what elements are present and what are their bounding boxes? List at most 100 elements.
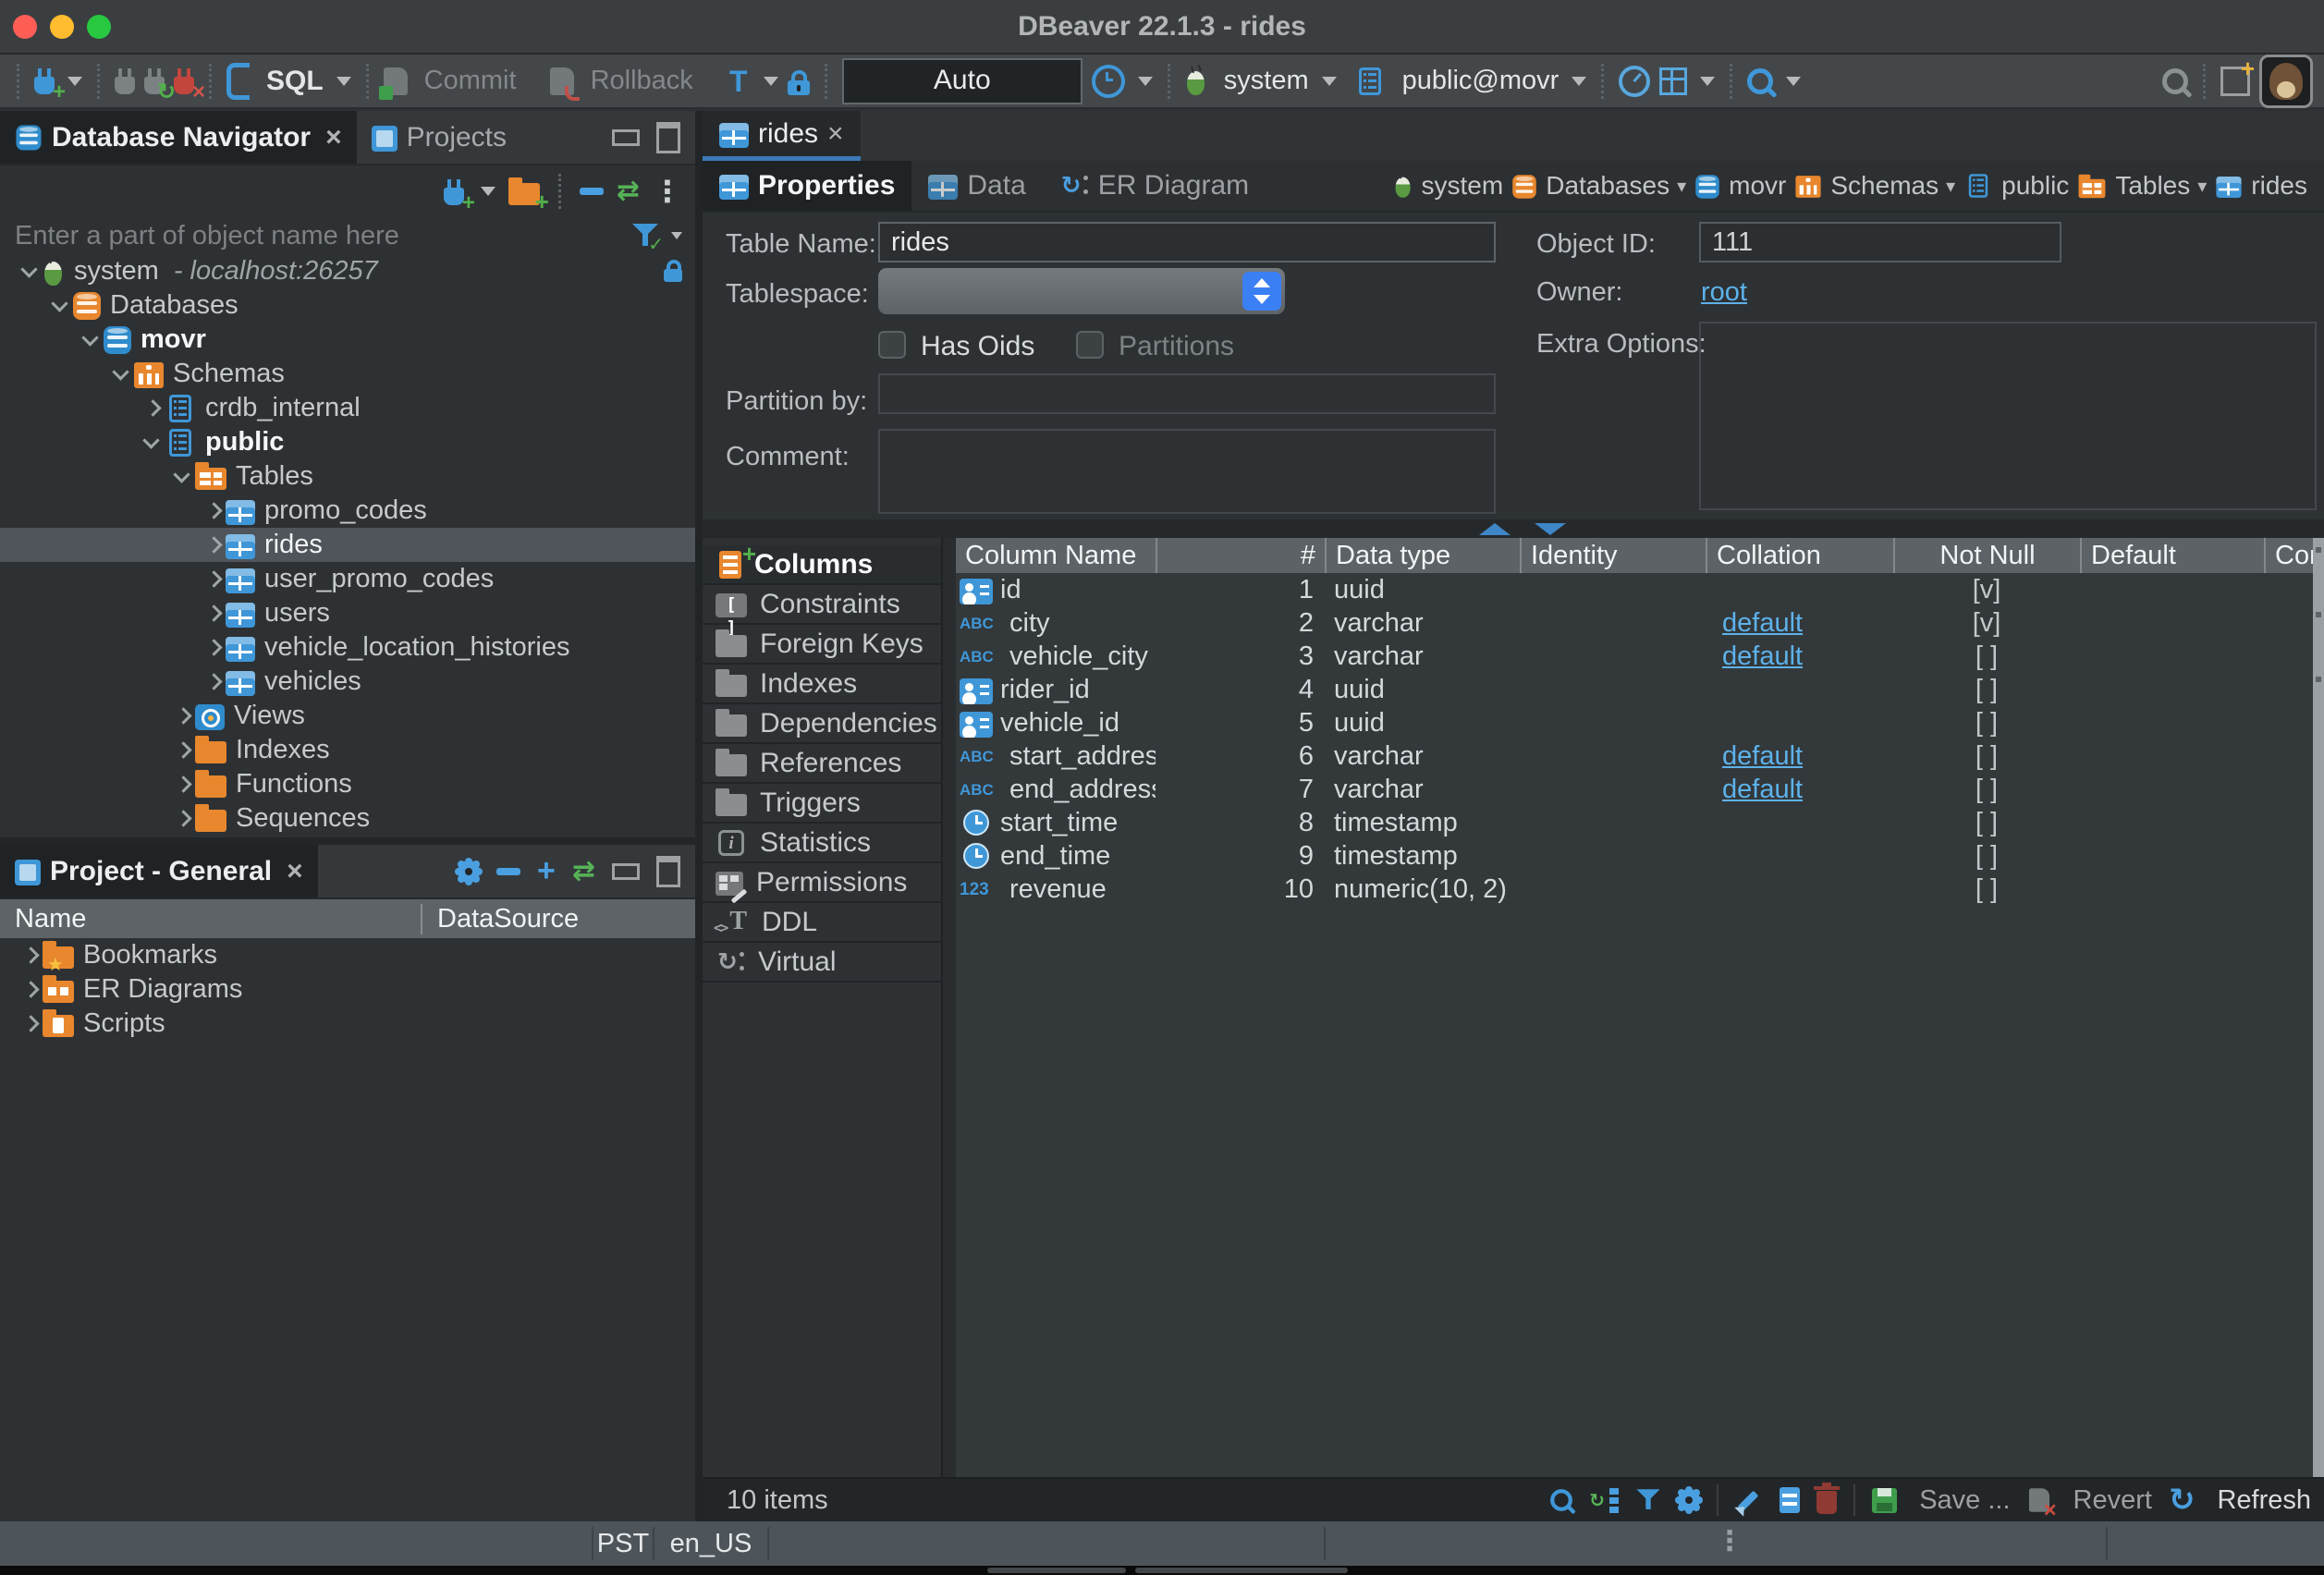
partitions-checkbox[interactable] — [1076, 331, 1104, 359]
section-tab[interactable]: Statistics — [703, 824, 941, 863]
maximize-panel-icon[interactable] — [656, 122, 680, 153]
connect-icon[interactable] — [115, 77, 135, 94]
commit-button[interactable]: Commit — [424, 66, 517, 96]
tree-expand-arrow[interactable] — [139, 396, 165, 421]
minimize-panel-icon[interactable] — [612, 129, 640, 146]
revert-button[interactable]: Revert — [2073, 1485, 2152, 1516]
tree-expand-arrow[interactable] — [17, 943, 43, 969]
tree-item[interactable]: Tables — [0, 459, 695, 494]
breadcrumb-item[interactable]: system — [1392, 171, 1504, 201]
chevron-down-icon[interactable] — [67, 77, 82, 86]
chevron-down-icon[interactable] — [1700, 77, 1715, 86]
project-tree-item[interactable]: ER Diagrams — [0, 972, 695, 1007]
section-tab[interactable]: Constraints — [703, 585, 941, 625]
search-metadata-icon[interactable] — [1747, 68, 1773, 94]
table-name-input[interactable] — [878, 222, 1496, 262]
table-row[interactable]: revenue 10 numeric(10, 2) [ ] — [956, 873, 2324, 906]
tree-expand-arrow[interactable] — [200, 498, 226, 524]
collapse-all-icon[interactable] — [496, 868, 520, 875]
filter-icon[interactable]: ✓ — [632, 224, 658, 248]
tree-item[interactable]: public — [0, 425, 695, 459]
tree-item[interactable]: crdb_internal — [0, 391, 695, 425]
tree-expand-arrow[interactable] — [78, 327, 104, 353]
open-perspective-icon[interactable] — [2220, 67, 2250, 96]
has-oids-checkbox[interactable] — [878, 331, 906, 359]
sidebar-splitter[interactable] — [695, 111, 703, 1521]
column-header-notnull[interactable]: Not Null — [1893, 538, 2080, 573]
tree-item[interactable]: vehicle_location_histories — [0, 630, 695, 665]
section-tab[interactable]: Indexes — [703, 665, 941, 704]
column-header-name[interactable]: Name — [0, 904, 421, 934]
rollback-button[interactable]: Rollback — [591, 66, 693, 96]
notnull-checkbox[interactable]: [ ] — [1893, 739, 2080, 773]
table-row[interactable]: end_address 7 varchar default [ ] — [956, 773, 2324, 806]
delete-column-icon[interactable] — [1816, 1491, 1837, 1514]
link-with-editor-icon[interactable]: ⇄ — [572, 858, 595, 885]
close-icon[interactable]: × — [325, 122, 342, 153]
breadcrumb-item[interactable]: public — [1963, 171, 2069, 201]
object-filter-input[interactable] — [13, 220, 623, 252]
chevron-down-icon[interactable] — [336, 77, 351, 86]
transaction-mode-select[interactable]: Auto — [842, 58, 1082, 104]
tree-expand-arrow[interactable] — [200, 567, 226, 592]
extra-options-box[interactable] — [1699, 322, 2317, 510]
expand-all-icon[interactable]: + — [537, 853, 556, 889]
close-icon[interactable]: × — [827, 118, 844, 150]
chevron-down-icon[interactable] — [1786, 77, 1801, 86]
project-tree-item[interactable]: Bookmarks — [0, 938, 695, 972]
tab-properties[interactable]: Properties — [703, 161, 911, 211]
tab-rides-editor[interactable]: rides × — [703, 111, 861, 161]
tree-expand-arrow[interactable] — [17, 259, 43, 285]
refresh-icon[interactable]: ↻ — [2169, 1486, 2196, 1514]
form-grid-sash[interactable] — [703, 519, 2324, 538]
tree-expand-arrow[interactable] — [169, 806, 195, 832]
chevron-down-icon[interactable] — [1572, 77, 1586, 86]
tab-project-general[interactable]: Project - General × — [0, 845, 318, 897]
statusbar-grip-icon[interactable]: ⋮ — [1716, 1525, 1743, 1557]
notnull-checkbox[interactable]: [ ] — [1893, 673, 2080, 706]
grid-settings-icon[interactable] — [1678, 1489, 1700, 1511]
tree-expand-arrow[interactable] — [169, 772, 195, 798]
schema-selector[interactable]: public@movr — [1402, 66, 1560, 96]
database-connection-icon[interactable] — [1185, 67, 1207, 96]
collation-link[interactable]: default — [1722, 641, 1803, 672]
chevron-down-icon[interactable] — [671, 232, 682, 239]
breadcrumb-item[interactable]: Tables ▾ — [2076, 171, 2207, 201]
view-menu-icon[interactable]: ⋮ — [653, 177, 682, 205]
tree-item[interactable]: Schemas — [0, 357, 695, 391]
close-icon[interactable]: × — [287, 856, 303, 887]
section-tab[interactable]: Dependencies — [703, 704, 941, 744]
tree-expand-arrow[interactable] — [200, 635, 226, 661]
project-tree-item[interactable]: Scripts — [0, 1007, 695, 1041]
notnull-checkbox[interactable]: [v] — [1893, 606, 2080, 640]
edit-column-icon[interactable] — [1735, 1487, 1763, 1513]
table-row[interactable]: vehicle_id 5 uuid [ ] — [956, 706, 2324, 739]
tree-item[interactable]: system - localhost:26257 — [0, 254, 695, 288]
chevron-down-icon[interactable] — [481, 187, 495, 196]
notnull-checkbox[interactable]: [ ] — [1893, 873, 2080, 906]
column-header-datatype[interactable]: Data type — [1325, 538, 1520, 573]
panel-splitter[interactable] — [0, 837, 695, 845]
collapse-all-icon[interactable] — [580, 188, 604, 195]
chevron-down-icon[interactable] — [764, 77, 778, 86]
owner-link[interactable]: root — [1701, 277, 1747, 308]
column-header-collation[interactable]: Collation — [1706, 538, 1893, 573]
column-header-ordinal[interactable]: # — [1156, 538, 1325, 573]
collation-link[interactable]: default — [1722, 775, 1803, 805]
column-header-identity[interactable]: Identity — [1520, 538, 1706, 573]
collation-link[interactable]: default — [1722, 741, 1803, 772]
notnull-checkbox[interactable]: [ ] — [1893, 806, 2080, 839]
collapse-down-icon[interactable] — [1535, 523, 1566, 535]
tree-item[interactable]: users — [0, 596, 695, 630]
save-button[interactable]: Save ... — [1919, 1485, 2010, 1516]
compile-icon[interactable] — [1659, 67, 1687, 95]
tree-item[interactable]: rides — [0, 528, 695, 562]
maximize-panel-icon[interactable] — [656, 856, 680, 887]
table-row[interactable]: start_time 8 timestamp [ ] — [956, 806, 2324, 839]
tree-item[interactable]: Indexes — [0, 733, 695, 767]
table-row[interactable]: id 1 uuid [v] — [956, 573, 2324, 606]
tree-expand-arrow[interactable] — [200, 669, 226, 695]
refresh-structure-icon[interactable] — [1591, 1487, 1619, 1513]
tree-expand-arrow[interactable] — [17, 977, 43, 1003]
tab-data[interactable]: Data — [911, 161, 1042, 211]
